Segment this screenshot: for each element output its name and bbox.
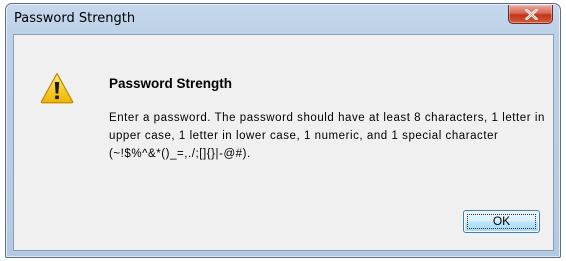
title-bar[interactable]: Password Strength [6,4,560,34]
dialog-heading: Password Strength [109,76,233,91]
dialog-body: Password Strength Enter a password. The … [13,34,554,251]
dialog-message: Enter a password. The password should ha… [109,112,545,160]
window-title: Password Strength [14,11,136,26]
ok-button[interactable]: OK [463,210,540,233]
ok-button-label: OK [492,214,511,228]
close-x-icon [525,9,538,20]
warning-triangle-icon [40,72,74,104]
dialog-window: Password Strength Password Strength Ente… [5,3,561,258]
close-button[interactable] [508,5,553,24]
